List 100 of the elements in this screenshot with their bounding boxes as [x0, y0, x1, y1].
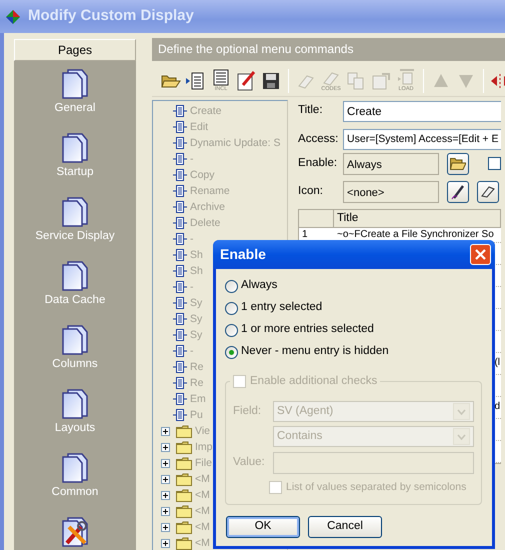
eraser-icon	[481, 186, 496, 198]
radio-label[interactable]: Never - menu entry is hidden	[241, 343, 389, 361]
expand-icon[interactable]	[161, 442, 170, 452]
tree-item[interactable]: <M	[195, 503, 210, 519]
menu-item-icon	[173, 313, 187, 325]
close-icon	[475, 249, 486, 260]
tree-item[interactable]: -	[190, 231, 194, 247]
close-button[interactable]	[470, 244, 491, 265]
checkbox-label: List of values separated by semicolons	[286, 480, 466, 495]
value-field[interactable]	[273, 452, 474, 474]
page-item[interactable]: Service Display	[35, 195, 115, 243]
table-cell: ~o~FCreate a File Synchronizer So	[337, 229, 494, 240]
tree-item[interactable]: Dynamic Update: S	[190, 135, 280, 151]
field-label: Icon:	[298, 184, 324, 200]
column-header: Title	[337, 212, 358, 224]
menu-item-icon	[173, 377, 187, 389]
enable-field: Always	[343, 152, 440, 174]
tree-item[interactable]: Copy	[190, 167, 215, 183]
expand-icon[interactable]	[161, 426, 170, 436]
page-item[interactable]: Layouts	[54, 387, 96, 435]
expand-icon[interactable]	[161, 538, 170, 548]
window-title: Modify Custom Display	[28, 6, 194, 26]
tree-item[interactable]: Re	[190, 375, 204, 391]
page-item[interactable]: General	[54, 67, 96, 115]
clear-icon-button[interactable]	[477, 181, 500, 203]
folder-icon	[176, 456, 192, 470]
expand-icon[interactable]	[161, 506, 170, 516]
tree-item[interactable]: -	[190, 279, 194, 295]
tree-item[interactable]: Re	[190, 359, 204, 375]
tree-item[interactable]: -	[190, 151, 194, 167]
tree-item[interactable]: Sy	[190, 295, 202, 311]
expand-icon[interactable]	[161, 474, 170, 484]
folder-icon	[176, 424, 192, 438]
tree-item[interactable]: File	[195, 455, 212, 471]
field-label: Enable:	[298, 156, 338, 171]
radio-button[interactable]	[225, 302, 238, 314]
access-field[interactable]: User=[System] Access=[Edit + E	[343, 129, 502, 150]
dialog-button[interactable]: OK	[226, 516, 300, 538]
expand-icon[interactable]	[161, 458, 170, 468]
checkbox[interactable]	[488, 157, 502, 170]
tree-item[interactable]: -	[190, 343, 194, 359]
menu-item-icon	[173, 169, 187, 181]
tree-item[interactable]: Pu	[190, 407, 203, 423]
tree-item[interactable]: Sh	[190, 247, 203, 263]
page-item[interactable]: Data Cache	[44, 259, 106, 307]
expand-icon[interactable]	[161, 490, 170, 500]
tree-item[interactable]: Edit	[190, 119, 208, 135]
table-cell: (l	[494, 357, 500, 368]
page-item[interactable]: Common	[52, 451, 98, 499]
menu-item-icon	[173, 329, 187, 341]
menu-item-icon	[173, 297, 187, 309]
field-label: Field:	[233, 404, 262, 419]
folder-icon	[176, 440, 192, 454]
page-item[interactable]: Columns	[52, 323, 98, 371]
radio-label[interactable]: Always	[241, 277, 278, 295]
tree-item[interactable]: <M	[195, 519, 210, 535]
menu-item-icon	[173, 409, 187, 421]
tree-item[interactable]: <M	[195, 471, 210, 487]
expand-icon[interactable]	[161, 522, 170, 532]
radio-label[interactable]: 1 entry selected	[241, 299, 322, 317]
tree-item[interactable]: Imp	[195, 439, 213, 455]
menu-item-icon	[173, 185, 187, 197]
edit-document-icon	[235, 70, 257, 92]
radio-label[interactable]: 1 or more entries selected	[241, 321, 374, 339]
tree-item[interactable]: Sy	[190, 311, 202, 327]
tree-item[interactable]: <M	[195, 535, 210, 550]
menu-item-icon	[173, 137, 187, 149]
dialog-button[interactable]: Cancel	[308, 516, 382, 538]
tree-item[interactable]: Sh	[190, 263, 203, 279]
page-item[interactable]: Startup	[56, 131, 94, 179]
folder-icon	[176, 520, 192, 534]
radio-button[interactable]	[225, 324, 238, 336]
tree-item[interactable]: Em	[190, 391, 206, 407]
toolbar-button[interactable]	[235, 68, 257, 92]
tree-item[interactable]: Delete	[190, 215, 220, 231]
tree-item[interactable]: <M	[195, 487, 210, 503]
section-header: Define the optional menu commands	[158, 42, 354, 56]
folder-icon	[176, 472, 192, 486]
tree-item[interactable]: Archive	[190, 199, 226, 215]
pick-icon-button[interactable]	[447, 181, 470, 203]
folder-icon	[176, 488, 192, 502]
table-cell-text: 1	[301, 228, 309, 242]
menu-item-icon	[173, 281, 187, 293]
radio-button[interactable]	[225, 346, 238, 358]
menu-item-icon	[173, 393, 187, 405]
field-label: Title:	[298, 103, 324, 118]
menu-item-icon	[173, 233, 187, 245]
title-field[interactable]: Create	[343, 100, 502, 122]
menu-item-icon	[173, 345, 187, 357]
tree-item[interactable]: Vie	[195, 423, 210, 439]
dialog-title: Enable	[220, 245, 266, 264]
menu-item-icon	[173, 153, 187, 165]
tree-item[interactable]: Rename	[190, 183, 230, 199]
pages-header: Pages	[58, 42, 92, 59]
open-folder-icon	[450, 157, 466, 170]
tree-item[interactable]: Create	[190, 103, 222, 119]
menu-item-icon	[173, 217, 187, 229]
browse-button[interactable]	[447, 152, 470, 174]
tree-item[interactable]: Sy	[190, 327, 202, 343]
radio-button[interactable]	[225, 280, 238, 292]
